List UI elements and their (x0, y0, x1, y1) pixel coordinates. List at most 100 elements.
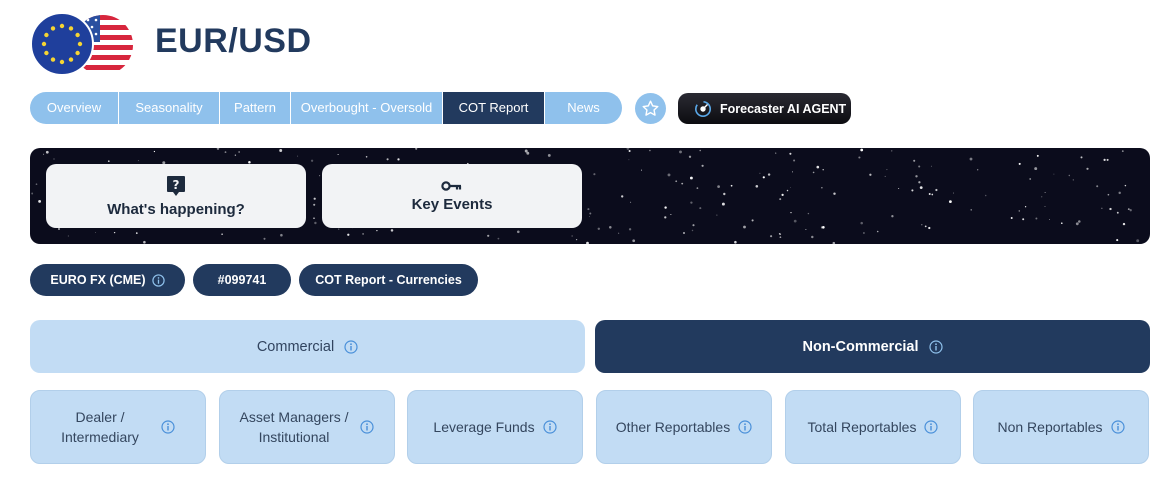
star-dot (898, 188, 900, 190)
key-icon (441, 180, 462, 191)
star-dot (1035, 217, 1038, 220)
star-dot (723, 192, 726, 196)
key-events-card[interactable]: Key Events (322, 164, 582, 228)
tab-pattern[interactable]: Pattern (220, 92, 291, 124)
commercial-label: Commercial (256, 338, 335, 355)
tab-seasonality[interactable]: Seasonality (119, 92, 220, 124)
subtab-asset-managers-institutional[interactable]: Asset Managers / Institutional (219, 390, 395, 464)
tab-cot-report[interactable]: COT Report (443, 92, 545, 124)
star-dot (1036, 154, 1039, 157)
subtab-label: Other Reportables (615, 419, 731, 435)
star-dot (860, 221, 863, 225)
star-dot (928, 226, 931, 230)
tab-non-commercial[interactable]: Non-Commercial (595, 320, 1150, 373)
star-dot (45, 150, 49, 154)
info-icon[interactable] (360, 420, 375, 434)
star-dot (721, 202, 725, 206)
star-dot (767, 173, 771, 176)
ai-agent-icon (694, 100, 712, 117)
favorite-button[interactable] (635, 93, 666, 124)
star-dot (1049, 219, 1051, 220)
star-dot (984, 194, 987, 197)
star-dot (632, 239, 636, 243)
star-dot (1080, 156, 1083, 159)
star-dot (1121, 150, 1124, 152)
subtab-label: Total Reportables (807, 419, 917, 435)
star-dot (977, 169, 979, 171)
star-dot (487, 234, 490, 237)
tab-overbought-oversold[interactable]: Overbought - Oversold (291, 92, 443, 124)
star-dot (935, 188, 938, 192)
subtab-total-reportables[interactable]: Total Reportables (785, 390, 961, 464)
info-icon[interactable] (924, 420, 939, 434)
star-dot (221, 233, 223, 235)
market-chip[interactable]: EURO FX (CME) (30, 264, 185, 296)
star-dot (786, 189, 789, 192)
contract-code-chip[interactable]: #099741 (193, 264, 291, 296)
star-dot (699, 149, 701, 152)
star-dot (793, 159, 796, 162)
subtab-label-line2: Institutional (258, 429, 330, 445)
subtab-non-reportables[interactable]: Non Reportables (973, 390, 1149, 464)
info-icon[interactable] (344, 339, 358, 354)
star-dot (775, 152, 777, 154)
star-dot (297, 155, 299, 157)
star-dot (1127, 208, 1130, 211)
star-dot (347, 233, 350, 236)
star-dot (397, 158, 400, 161)
star-dot (692, 224, 695, 227)
star-dot (688, 155, 692, 158)
star-dot (1061, 222, 1063, 224)
star-dot (1044, 192, 1046, 194)
star-dot (1018, 162, 1021, 165)
star-dot (696, 187, 699, 189)
info-icon[interactable] (151, 273, 165, 287)
whats-happening-card[interactable]: ? What's happening? (46, 164, 306, 228)
subtab-label-line1: Dealer / (75, 409, 125, 425)
star-dot (224, 151, 227, 153)
star-dot (770, 235, 773, 238)
subtab-dealer-intermediary[interactable]: Dealer / Intermediary (30, 390, 206, 464)
star-dot (390, 229, 394, 232)
star-dot (279, 149, 283, 152)
star-dot (621, 195, 624, 198)
subtab-other-reportables[interactable]: Other Reportables (596, 390, 772, 464)
star-dot (1107, 193, 1110, 196)
star-dot (792, 171, 793, 173)
ai-button-label: Forecaster AI AGENT (720, 101, 847, 116)
star-dot (597, 227, 600, 230)
report-category-chip[interactable]: COT Report - Currencies (299, 264, 478, 296)
star-dot (313, 203, 316, 206)
star-dot (781, 193, 784, 197)
star-dot (280, 233, 283, 237)
star-dot (1118, 191, 1121, 195)
star-dot (113, 231, 116, 234)
star-dot (690, 201, 693, 204)
subtab-leverage-funds[interactable]: Leverage Funds (407, 390, 583, 464)
info-icon[interactable] (1110, 420, 1125, 434)
star-dot (730, 184, 733, 187)
market-chip-label: EURO FX (CME) (50, 273, 146, 287)
tab-news[interactable]: News (545, 92, 622, 124)
star-dot (931, 193, 934, 196)
info-icon[interactable] (738, 420, 752, 434)
star-dot (793, 219, 797, 223)
info-icon[interactable] (542, 420, 557, 434)
info-icon[interactable] (928, 339, 943, 354)
tab-overview[interactable]: Overview (30, 92, 119, 124)
star-dot (805, 228, 807, 231)
star-dot (1034, 167, 1038, 171)
star-dot (701, 164, 704, 167)
key-events-label: Key Events (411, 195, 493, 213)
info-icon[interactable] (161, 420, 175, 434)
star-dot (1053, 173, 1055, 175)
star-dot (386, 158, 389, 161)
star-dot (862, 232, 865, 234)
star-dot (628, 149, 631, 153)
star-dot (891, 150, 893, 152)
star-dot (153, 150, 156, 153)
star-dot (970, 209, 972, 211)
star-dot (884, 175, 886, 177)
tab-commercial[interactable]: Commercial (30, 320, 585, 373)
forecaster-ai-agent-button[interactable]: Forecaster AI AGENT (678, 93, 851, 124)
